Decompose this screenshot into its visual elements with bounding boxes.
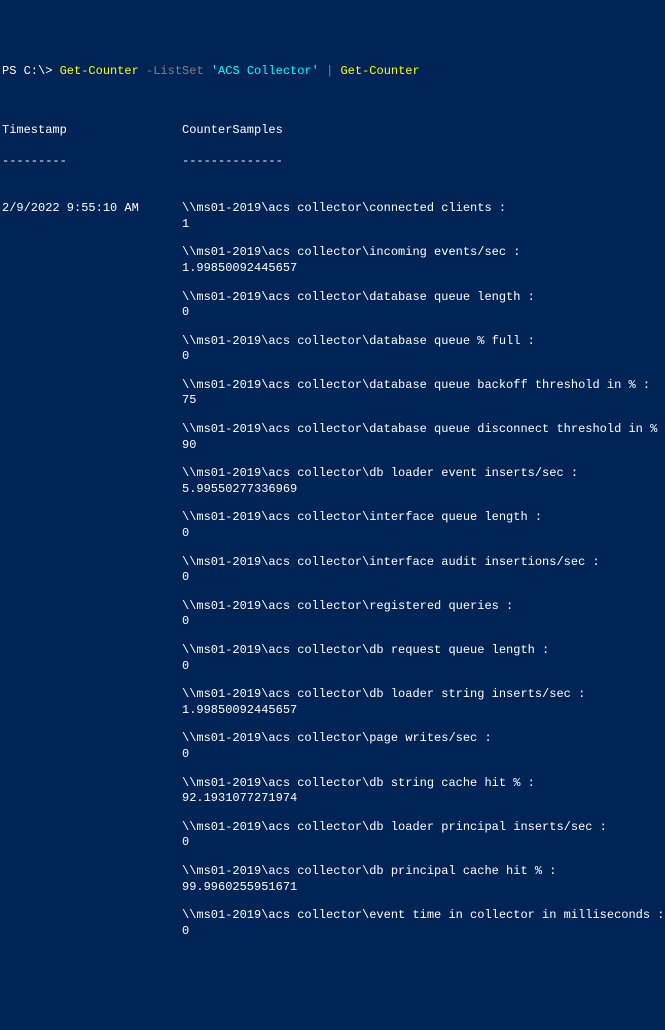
counter-entry: \\ms01-2019\acs collector\db request que… — [182, 643, 665, 674]
param-listset: -ListSet — [146, 64, 204, 78]
counter-entry: \\ms01-2019\acs collector\page writes/se… — [182, 731, 665, 762]
counter-path: \\ms01-2019\acs collector\incoming event… — [182, 245, 665, 261]
counter-path: \\ms01-2019\acs collector\database queue… — [182, 334, 665, 350]
counter-path: \\ms01-2019\acs collector\event time in … — [182, 908, 665, 924]
counter-samples-list: \\ms01-2019\acs collector\connected clie… — [182, 201, 665, 952]
output-data-row: 2/9/2022 9:55:10 AM \\ms01-2019\acs coll… — [2, 201, 663, 952]
counter-path: \\ms01-2019\acs collector\db loader prin… — [182, 820, 665, 836]
counter-value: 0 — [182, 570, 665, 586]
counter-entry: \\ms01-2019\acs collector\database queue… — [182, 290, 665, 321]
counter-value: 0 — [182, 614, 665, 630]
counter-value: 0 — [182, 659, 665, 675]
counter-path: \\ms01-2019\acs collector\db string cach… — [182, 776, 665, 792]
counter-value: 90 — [182, 438, 665, 454]
counter-value: 0 — [182, 349, 665, 365]
output-header-separator: ----------------------- — [2, 154, 663, 170]
timestamp-value: 2/9/2022 9:55:10 AM — [2, 201, 182, 952]
counter-entry: \\ms01-2019\acs collector\database queue… — [182, 422, 665, 453]
counter-value: 1.99850092445657 — [182, 703, 665, 719]
counter-path: \\ms01-2019\acs collector\database queue… — [182, 422, 665, 438]
counter-entry: \\ms01-2019\acs collector\interface queu… — [182, 510, 665, 541]
counter-value: 5.99550277336969 — [182, 482, 665, 498]
counter-value: 0 — [182, 526, 665, 542]
counter-entry: \\ms01-2019\acs collector\database queue… — [182, 334, 665, 365]
counter-value: 75 — [182, 393, 665, 409]
counter-value: 99.9960255951671 — [182, 880, 665, 896]
counter-path: \\ms01-2019\acs collector\interface queu… — [182, 510, 665, 526]
counter-entry: \\ms01-2019\acs collector\interface audi… — [182, 555, 665, 586]
counter-entry: \\ms01-2019\acs collector\db loader prin… — [182, 820, 665, 851]
cmdlet-get-counter-1: Get-Counter — [60, 64, 139, 78]
counter-entry: \\ms01-2019\acs collector\registered que… — [182, 599, 665, 630]
ps-prompt: PS C:\> — [2, 64, 60, 78]
counter-path: \\ms01-2019\acs collector\page writes/se… — [182, 731, 665, 747]
counter-entry: \\ms01-2019\acs collector\connected clie… — [182, 201, 665, 232]
arg-acs-collector: 'ACS Collector' — [211, 64, 319, 78]
counter-path: \\ms01-2019\acs collector\db principal c… — [182, 864, 665, 880]
cmdlet-get-counter-2: Get-Counter — [340, 64, 419, 78]
header-timestamp-dash: --------- — [2, 154, 182, 170]
counter-entry: \\ms01-2019\acs collector\db principal c… — [182, 864, 665, 895]
counter-value: 1.99850092445657 — [182, 261, 665, 277]
counter-path: \\ms01-2019\acs collector\database queue… — [182, 378, 665, 394]
header-samples-dash: -------------- — [182, 154, 283, 170]
counter-value: 1 — [182, 217, 665, 233]
counter-value: 0 — [182, 747, 665, 763]
counter-value: 92.1931077271974 — [182, 791, 665, 807]
counter-entry: \\ms01-2019\acs collector\db string cach… — [182, 776, 665, 807]
counter-path: \\ms01-2019\acs collector\database queue… — [182, 290, 665, 306]
counter-path: \\ms01-2019\acs collector\db loader even… — [182, 466, 665, 482]
counter-entry: \\ms01-2019\acs collector\incoming event… — [182, 245, 665, 276]
pipe-operator: | — [319, 64, 341, 78]
counter-path: \\ms01-2019\acs collector\registered que… — [182, 599, 665, 615]
counter-value: 0 — [182, 835, 665, 851]
counter-value: 0 — [182, 924, 665, 940]
header-timestamp: Timestamp — [2, 123, 182, 139]
counter-path: \\ms01-2019\acs collector\db loader stri… — [182, 687, 665, 703]
counter-entry: \\ms01-2019\acs collector\event time in … — [182, 908, 665, 939]
header-countersamples: CounterSamples — [182, 123, 283, 139]
counter-value: 0 — [182, 305, 665, 321]
counter-entry: \\ms01-2019\acs collector\db loader stri… — [182, 687, 665, 718]
counter-entry: \\ms01-2019\acs collector\db loader even… — [182, 466, 665, 497]
command-prompt-line[interactable]: PS C:\> Get-Counter -ListSet 'ACS Collec… — [2, 64, 663, 80]
output-header-row: TimestampCounterSamples — [2, 123, 663, 139]
counter-path: \\ms01-2019\acs collector\db request que… — [182, 643, 665, 659]
counter-path: \\ms01-2019\acs collector\connected clie… — [182, 201, 665, 217]
counter-entry: \\ms01-2019\acs collector\database queue… — [182, 378, 665, 409]
counter-path: \\ms01-2019\acs collector\interface audi… — [182, 555, 665, 571]
